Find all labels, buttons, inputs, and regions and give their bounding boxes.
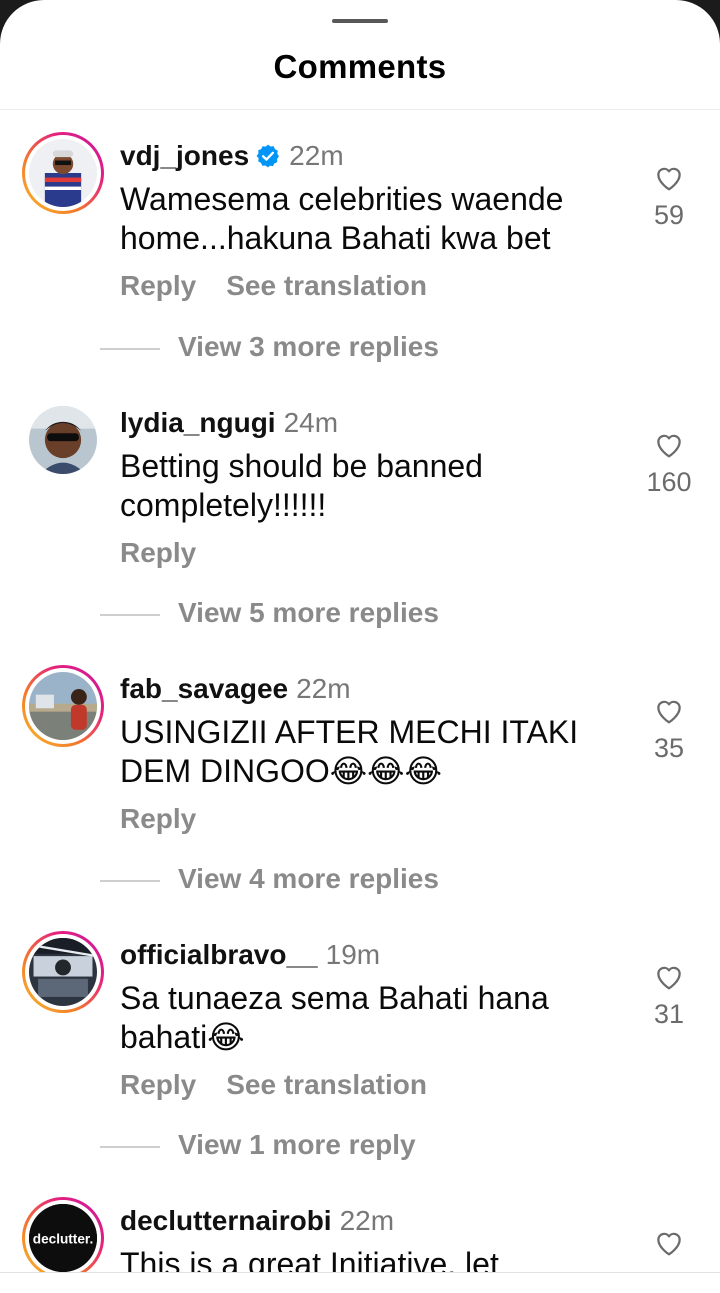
view-replies-button[interactable]: View 4 more replies [100, 861, 439, 897]
view-replies-button[interactable]: View 1 more reply [100, 1127, 416, 1163]
comment-actions: Reply [120, 803, 196, 835]
like-count[interactable]: 59 [640, 200, 698, 231]
reply-button[interactable]: Reply [120, 1069, 196, 1101]
comments-sheet: Comments vdj_jones 22m Wamesema celebriti… [0, 0, 720, 1293]
comment-text: Sa tunaeza sema Bahati hana bahati😂 [120, 980, 549, 1055]
username[interactable]: officialbravo__ [120, 939, 318, 970]
replies-divider [100, 347, 160, 350]
view-replies-label: View 1 more reply [178, 1129, 416, 1160]
story-ring[interactable] [22, 132, 104, 214]
reply-button[interactable]: Reply [120, 270, 196, 302]
comment-actions: Reply [120, 537, 196, 569]
username[interactable]: vdj_jones [120, 140, 249, 171]
like-control: 160 [640, 429, 698, 498]
view-replies-label: View 4 more replies [178, 863, 439, 894]
header-divider [0, 109, 720, 110]
username[interactable]: lydia_ngugi [120, 407, 276, 438]
like-count[interactable]: 35 [640, 733, 698, 764]
drag-handle[interactable] [332, 19, 388, 23]
like-count[interactable]: 31 [640, 999, 698, 1030]
comment-meta: lydia_ngugi 24m [120, 405, 338, 446]
timestamp: 19m [325, 939, 381, 970]
timestamp: 22m [289, 140, 344, 171]
sheet-title: Comments [273, 48, 447, 85]
like-control [640, 1227, 698, 1259]
comment-text: Wamesema celebrities waende home...hakun… [120, 181, 564, 256]
avatar-container[interactable] [22, 399, 104, 481]
heart-outline-icon[interactable] [653, 162, 685, 194]
avatar[interactable] [29, 938, 97, 1006]
comment-meta: officialbravo__ 19m [120, 937, 380, 978]
avatar[interactable] [29, 406, 97, 474]
verified-badge-icon [256, 144, 280, 168]
comment-meta: declutternairobi 22m [120, 1203, 394, 1244]
story-ring[interactable] [22, 665, 104, 747]
avatar[interactable] [29, 139, 97, 207]
comment-text: Betting should be banned completely!!!!!… [120, 448, 483, 523]
like-control: 35 [640, 695, 698, 764]
comment-meta: fab_savagee 22m [120, 671, 351, 712]
like-count[interactable]: 160 [640, 467, 698, 498]
view-replies-label: View 5 more replies [178, 597, 439, 628]
view-replies-button[interactable]: View 3 more replies [100, 329, 439, 365]
comment-text: USINGIZII AFTER MECHI ITAKI DEM DINGOO😂😂… [120, 714, 579, 789]
replies-divider [100, 613, 160, 616]
reply-button[interactable]: Reply [120, 537, 196, 569]
comment-actions: Reply See translation [120, 1069, 427, 1101]
like-control: 31 [640, 961, 698, 1030]
avatar[interactable] [29, 672, 97, 740]
reply-button[interactable]: Reply [120, 803, 196, 835]
story-ring[interactable] [22, 931, 104, 1013]
view-replies-button[interactable]: View 5 more replies [100, 595, 439, 631]
avatar[interactable]: declutter. [29, 1204, 97, 1272]
username[interactable]: fab_savagee [120, 673, 288, 704]
username[interactable]: declutternairobi [120, 1205, 332, 1236]
see-translation-button[interactable]: See translation [226, 270, 427, 302]
heart-outline-icon[interactable] [653, 429, 685, 461]
replies-divider [100, 1145, 160, 1148]
input-bar-edge [0, 1272, 720, 1293]
timestamp: 22m [339, 1205, 395, 1236]
view-replies-label: View 3 more replies [178, 331, 439, 362]
replies-divider [100, 879, 160, 882]
timestamp: 24m [283, 407, 339, 438]
like-control: 59 [640, 162, 698, 231]
see-translation-button[interactable]: See translation [226, 1069, 427, 1101]
heart-outline-icon[interactable] [653, 1227, 685, 1259]
story-ring[interactable]: declutter. [22, 1197, 104, 1279]
heart-outline-icon[interactable] [653, 961, 685, 993]
comment-meta: vdj_jones 22m [120, 138, 344, 179]
timestamp: 22m [296, 673, 351, 704]
heart-outline-icon[interactable] [653, 695, 685, 727]
comment-actions: Reply See translation [120, 270, 427, 302]
